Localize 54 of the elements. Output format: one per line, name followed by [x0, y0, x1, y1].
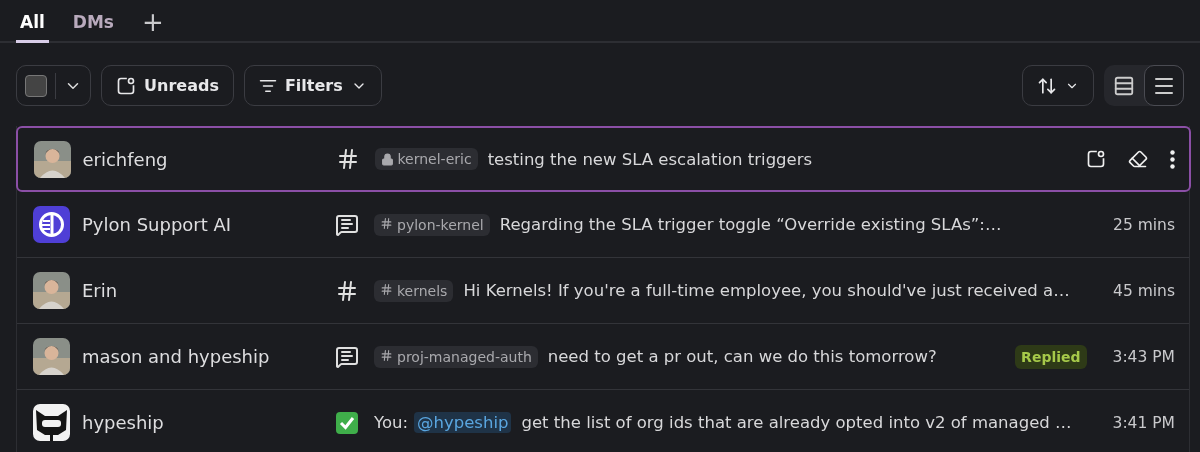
unread-icon — [116, 75, 136, 96]
chat-bubble-icon — [335, 344, 359, 369]
channel-name: kernel-eric — [397, 151, 472, 167]
conversation-row[interactable]: mason and hypeship proj-managed-auth need to get a pr out, can we do this tomorrow? Replied 3:43 PM — [17, 324, 1189, 390]
message-preview: testing the new SLA escalation triggers — [487, 149, 814, 169]
tab[interactable]: DMs — [68, 12, 118, 43]
robot-icon — [33, 404, 70, 441]
message-preview: get the list of org ids that are already opted into v2 of managed … — [521, 413, 1073, 432]
lock-icon — [380, 152, 394, 166]
filters-button[interactable]: Filters — [243, 65, 382, 106]
sender-name: hypeship — [81, 412, 165, 433]
view-mode-button[interactable] — [1144, 65, 1184, 106]
sender-name: Erin — [81, 280, 119, 301]
message-prefix: You: — [374, 413, 408, 432]
mention[interactable]: @hypeship — [414, 412, 512, 433]
logo-icon — [33, 206, 70, 243]
timestamp: 45 mins — [1113, 281, 1175, 300]
sender-name: mason and hypeship — [81, 346, 271, 367]
checkbox[interactable] — [25, 74, 47, 97]
more-button[interactable] — [1169, 149, 1175, 169]
status-label: Replied — [1015, 344, 1087, 369]
timestamp: 3:43 PM — [1112, 347, 1175, 366]
conversation-row[interactable]: Pylon Support AI pylon-kernel Regarding the SLA trigger toggle “Override existing SLAs”:… 25 mins — [17, 192, 1189, 258]
sort-button[interactable] — [1022, 65, 1094, 106]
conversation-row[interactable]: Erin kernels Hi Kernels! If you're a full-time employee, you should've just received a… 45 mins — [17, 258, 1189, 324]
channel-tag[interactable]: proj-managed-auth — [374, 345, 538, 368]
channel-tag[interactable]: kernels — [374, 279, 454, 302]
timestamp: 25 mins — [1113, 215, 1175, 234]
message-preview: Hi Kernels! If you're a full-time employee, you should've just received a… — [463, 281, 1071, 300]
rows-icon — [1113, 74, 1135, 97]
mark-unread-button[interactable] — [1085, 149, 1106, 169]
channel-name: proj-managed-auth — [397, 348, 532, 365]
conversation-row[interactable]: erichfeng kernel-eric testing the new SLA escalation triggers — [15, 126, 1191, 192]
sender-name: Pylon Support AI — [81, 214, 233, 235]
timestamp: 3:41 PM — [1112, 413, 1175, 432]
conversation-row[interactable]: hypeship You: @hypeship get the list of org ids that are already opted into v2 of managed … 3:41 PM — [17, 390, 1189, 452]
channel-tag[interactable]: pylon-kernel — [374, 213, 490, 236]
chat-bubble-icon — [335, 212, 359, 237]
eraser-icon — [1127, 149, 1148, 169]
channel-name: pylon-kernel — [397, 216, 484, 233]
tab[interactable]: All — [16, 12, 49, 43]
channel-name: kernels — [397, 282, 448, 299]
message-preview: need to get a pr out, can we do this tomorrow? — [547, 347, 938, 366]
unread-icon — [1085, 149, 1106, 169]
hash-icon — [335, 278, 359, 303]
select-all-control[interactable] — [16, 65, 91, 106]
unreads-button[interactable]: Unreads — [101, 65, 234, 106]
sender-name: erichfeng — [81, 148, 169, 170]
add-tab-button[interactable]: + — [137, 9, 168, 41]
eraser-button[interactable] — [1127, 149, 1148, 169]
more-icon — [1169, 149, 1175, 169]
channel-tag[interactable]: kernel-eric — [374, 148, 478, 170]
message-preview: Regarding the SLA trigger toggle “Override existing SLAs”:… — [499, 215, 1003, 234]
check-mark-icon — [336, 411, 358, 434]
